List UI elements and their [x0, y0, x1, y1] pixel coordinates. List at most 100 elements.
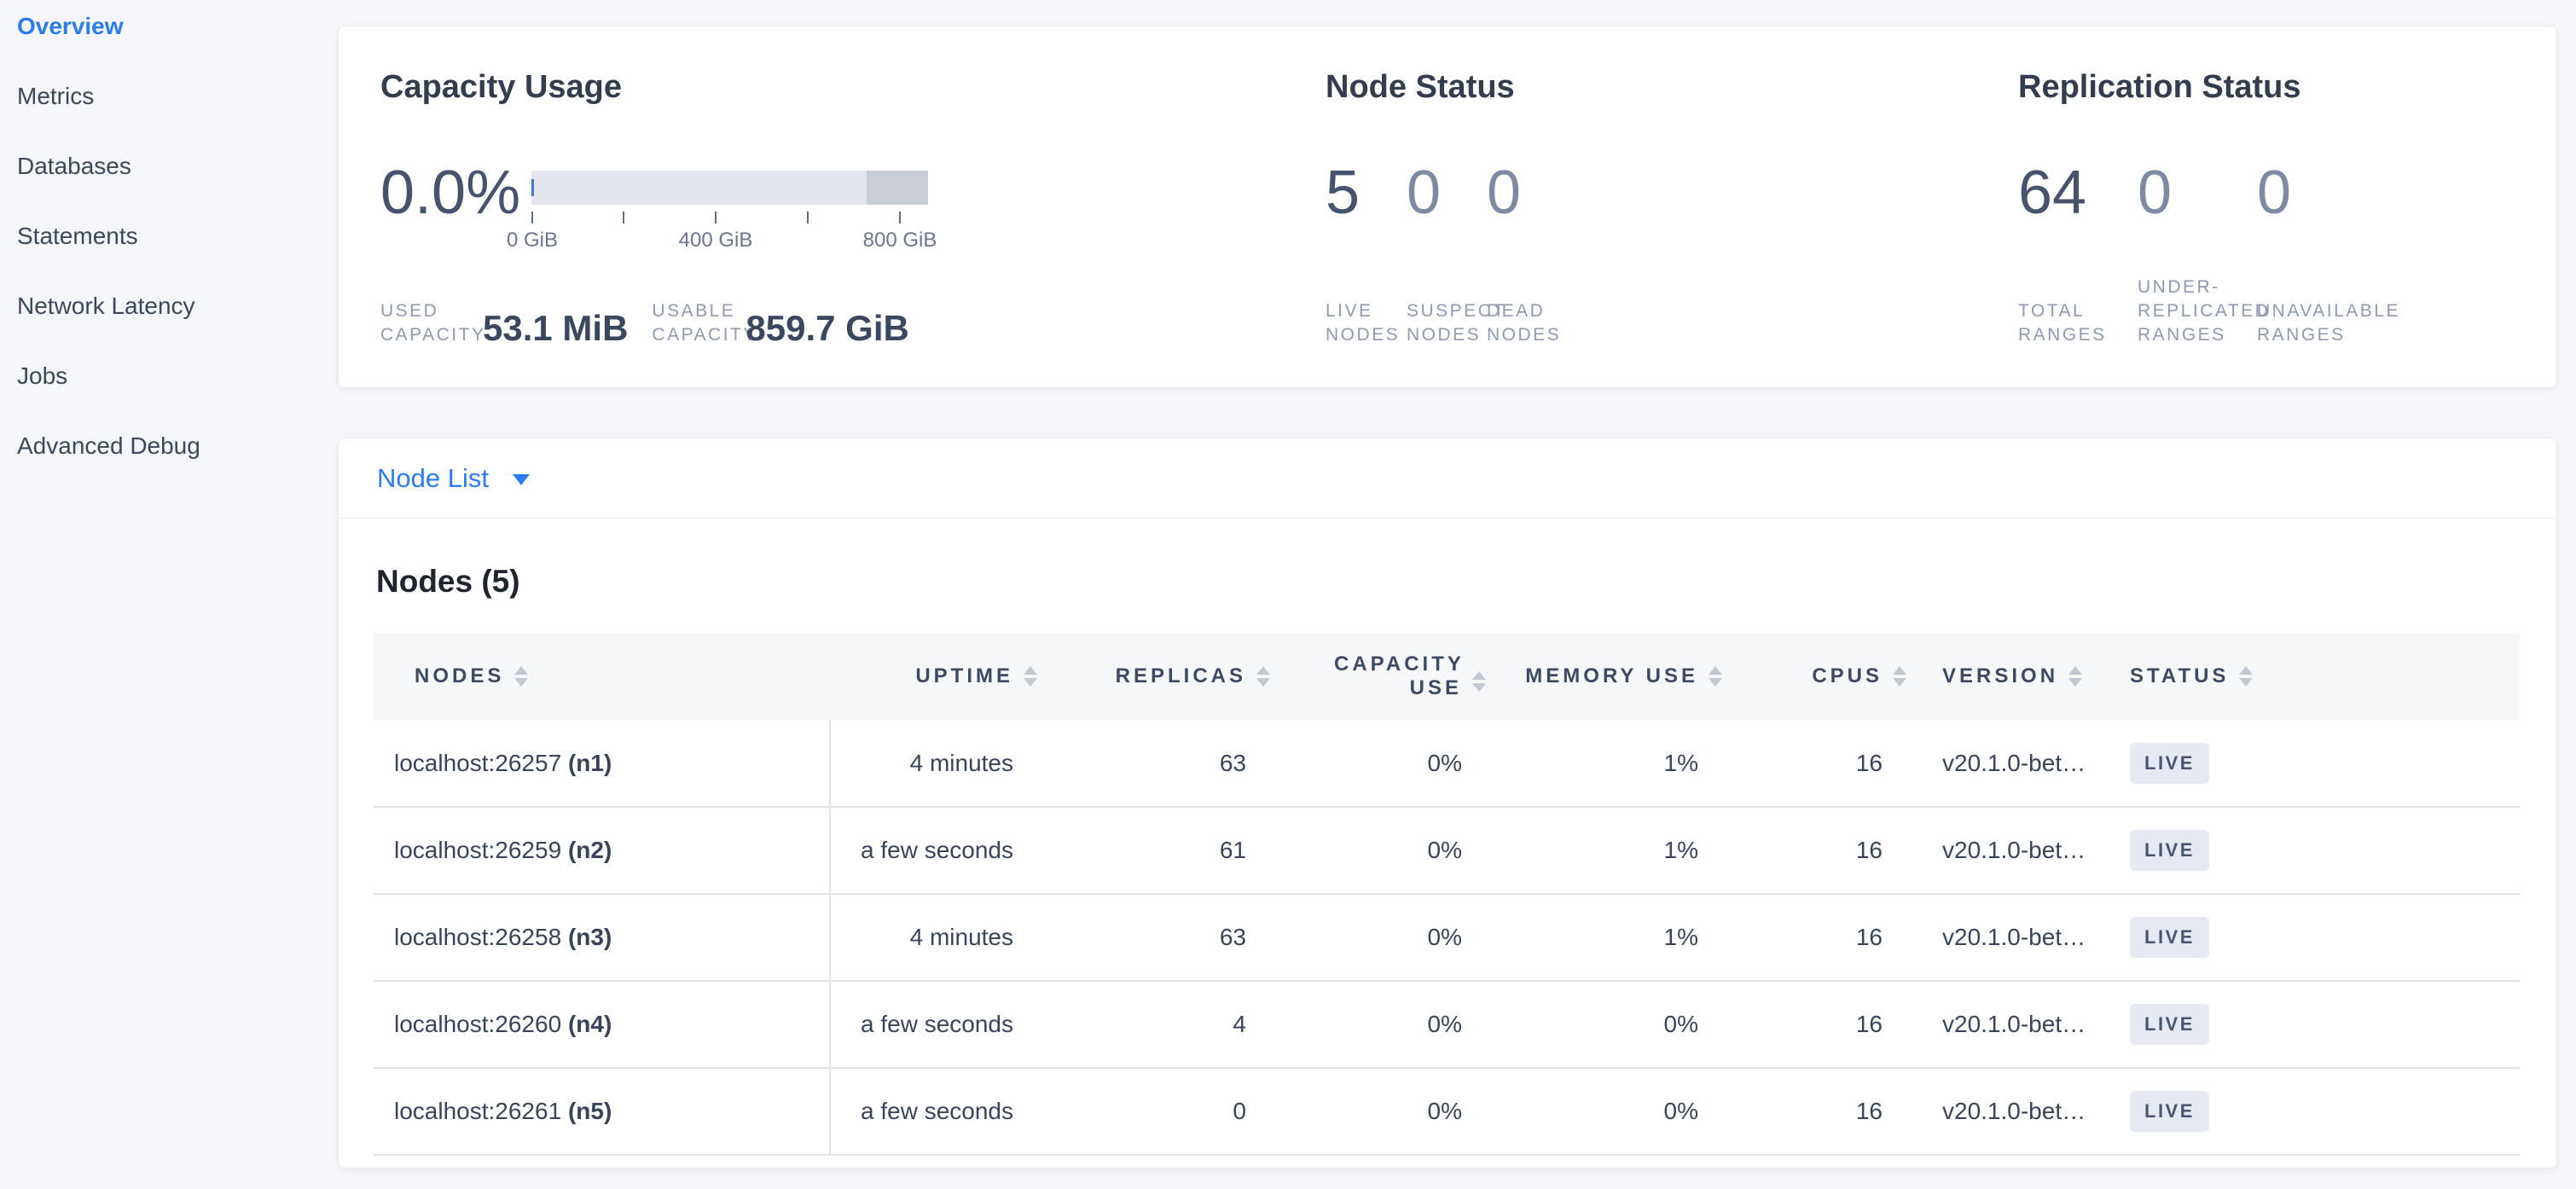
table-row[interactable]: localhost:26260 (n4) a few seconds 4 0% …: [374, 981, 2520, 1068]
node-address: localhost:26260: [394, 1011, 561, 1037]
table-row[interactable]: localhost:26257 (n1) 4 minutes 63 0% 1% …: [374, 720, 2520, 807]
capacity-used-percent: 0.0%: [380, 159, 520, 227]
cpus-cell: 16: [1729, 894, 1913, 981]
sort-icon: [1893, 666, 1913, 687]
memory-use-cell: 1%: [1493, 720, 1729, 807]
stat-value: 64: [2018, 159, 2138, 227]
used-capacity-value: 53.1 MiB: [483, 310, 628, 347]
sidebar-item-advanced-debug[interactable]: Advanced Debug: [0, 432, 338, 460]
status-badge: LIVE: [2130, 917, 2209, 958]
axis-tick: [899, 212, 901, 223]
status-badge: LIVE: [2130, 1004, 2209, 1045]
capacity-usage-title: Capacity Usage: [380, 67, 622, 107]
version-cell: v20.1.0-bet…: [1913, 807, 2126, 894]
axis-tick-label: 400 GiB: [679, 229, 753, 252]
sort-icon: [2068, 666, 2089, 687]
capacity-use-cell: 0%: [1277, 894, 1493, 981]
sidebar-item-overview[interactable]: Overview: [0, 12, 338, 40]
axis-tick-label: 0 GiB: [507, 229, 558, 252]
replicas-cell: 63: [1044, 720, 1277, 807]
replication-status-title: Replication Status: [2018, 67, 2301, 107]
capacity-use-cell: 0%: [1277, 807, 1493, 894]
cpus-cell: 16: [1729, 720, 1913, 807]
memory-use-cell: 1%: [1493, 807, 1729, 894]
memory-use-cell: 0%: [1493, 1068, 1729, 1155]
status-cell: LIVE: [2126, 981, 2520, 1068]
sort-icon: [2239, 666, 2260, 687]
capacity-use-cell: 0%: [1277, 1068, 1493, 1155]
column-header-nodes[interactable]: NODES: [374, 633, 830, 720]
column-label: NODES: [415, 664, 504, 688]
column-header-version[interactable]: VERSION: [1913, 633, 2126, 720]
version-cell: v20.1.0-bet…: [1913, 981, 2126, 1068]
table-row[interactable]: localhost:26259 (n2) a few seconds 61 0%…: [374, 807, 2520, 894]
stat-value: 0: [2138, 159, 2257, 227]
sidebar-item-databases[interactable]: Databases: [0, 152, 338, 180]
column-header-memory-use[interactable]: MEMORY USE: [1493, 633, 1729, 720]
sort-icon: [1256, 666, 1277, 687]
column-header-capacity-use[interactable]: CAPACITY USE: [1277, 633, 1493, 720]
node-address: localhost:26259: [394, 837, 561, 863]
capacity-bar-other-segment: [867, 171, 928, 205]
version-cell: v20.1.0-bet…: [1913, 720, 2126, 807]
sidebar-item-jobs[interactable]: Jobs: [0, 362, 338, 390]
node-id: (n1): [568, 750, 612, 776]
stat-value: 0: [1407, 159, 1487, 227]
node-list-card: Node List Nodes (5) NODES UPTIME REPLICA…: [338, 438, 2557, 1169]
sidebar-item-network-latency[interactable]: Network Latency: [0, 292, 338, 320]
uptime-cell: 4 minutes: [830, 720, 1044, 807]
capacity-stats: USED CAPACITY 53.1 MiB USABLE CAPACITY 8…: [380, 299, 909, 347]
node-address: localhost:26258: [394, 924, 561, 950]
column-label: REPLICAS: [1116, 664, 1246, 688]
uptime-cell: a few seconds: [830, 981, 1044, 1068]
node-status-labels: LIVE NODESSUSPECT NODESDEAD NODES: [1326, 299, 1615, 347]
usable-capacity-value: 859.7 GiB: [746, 310, 908, 347]
column-header-cpus[interactable]: CPUS: [1729, 633, 1913, 720]
chevron-down-icon: [513, 474, 530, 485]
sort-icon: [1024, 666, 1044, 687]
stat-value: 0: [2257, 159, 2419, 227]
sort-icon: [514, 666, 535, 687]
cpus-cell: 16: [1729, 981, 1913, 1068]
column-label: CPUS: [1812, 664, 1883, 688]
node-list-dropdown-label: Node List: [377, 463, 489, 494]
column-header-replicas[interactable]: REPLICAS: [1044, 633, 1277, 720]
stat-label: TOTAL RANGES: [2018, 299, 2138, 347]
status-badge: LIVE: [2130, 830, 2209, 871]
node-id: (n5): [568, 1098, 612, 1124]
node-address-cell: localhost:26257 (n1): [374, 720, 830, 807]
version-cell: v20.1.0-bet…: [1913, 894, 2126, 981]
cluster-summary-card: Capacity Usage 0.0% 0 GiB 400 GiB 800 Gi…: [338, 26, 2557, 388]
column-header-uptime[interactable]: UPTIME: [830, 633, 1044, 720]
status-cell: LIVE: [2126, 1068, 2520, 1155]
replication-status-labels: TOTAL RANGESUNDER- REPLICATED RANGESUNAV…: [2018, 276, 2419, 347]
node-list-dropdown[interactable]: Node List: [377, 463, 530, 494]
sidebar-item-metrics[interactable]: Metrics: [0, 82, 338, 110]
capacity-use-cell: 0%: [1277, 720, 1493, 807]
replication-status-values: 6400: [2018, 159, 2419, 227]
node-status-values: 500: [1326, 159, 1615, 227]
cpus-cell: 16: [1729, 807, 1913, 894]
status-badge: LIVE: [2130, 743, 2209, 784]
column-label: UPTIME: [915, 664, 1013, 688]
axis-tick: [531, 212, 533, 223]
node-id: (n2): [568, 837, 612, 863]
status-cell: LIVE: [2126, 807, 2520, 894]
nodes-section-title: Nodes (5): [376, 563, 2556, 600]
table-header-row: NODES UPTIME REPLICAS CAPACITY USE MEMOR…: [374, 633, 2520, 720]
sort-icon: [1472, 671, 1493, 692]
sidebar-item-statements[interactable]: Statements: [0, 222, 338, 250]
node-address-cell: localhost:26259 (n2): [374, 807, 830, 894]
table-row[interactable]: localhost:26261 (n5) a few seconds 0 0% …: [374, 1068, 2520, 1155]
cpus-cell: 16: [1729, 1068, 1913, 1155]
uptime-cell: 4 minutes: [830, 894, 1044, 981]
sidebar: Overview Metrics Databases Statements Networ…: [0, 0, 338, 1189]
column-header-status[interactable]: STATUS: [2126, 633, 2520, 720]
stat-label: DEAD NODES: [1487, 299, 1615, 347]
table-row[interactable]: localhost:26258 (n3) 4 minutes 63 0% 1% …: [374, 894, 2520, 981]
uptime-cell: a few seconds: [830, 807, 1044, 894]
used-capacity-label: USED CAPACITY: [380, 299, 474, 347]
node-list-header: Node List: [339, 438, 2556, 519]
column-label: MEMORY USE: [1525, 664, 1698, 688]
version-cell: v20.1.0-bet…: [1913, 1068, 2126, 1155]
